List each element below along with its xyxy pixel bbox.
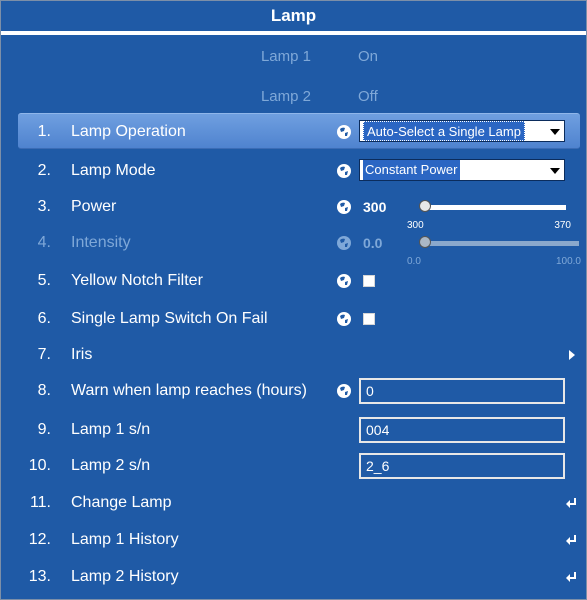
globe-icon (337, 236, 351, 250)
row-label: Power (71, 198, 117, 215)
globe-icon[interactable] (336, 124, 352, 140)
intensity-value: 0.0 (363, 235, 383, 251)
status-value: Off (358, 88, 378, 105)
lamp2-sn-input[interactable]: 2_6 (359, 453, 565, 479)
power-value: 300 (363, 199, 387, 215)
menu-row-lamp1-sn[interactable]: 9. Lamp 1 s/n 004 (1, 412, 586, 448)
row-label: Warn when lamp reaches (hours) (71, 382, 307, 399)
row-number: 6. (37, 310, 51, 327)
row-label: Lamp Operation (71, 123, 186, 140)
dropdown-value: Constant Power (363, 160, 460, 180)
row-label: Lamp Mode (71, 162, 156, 179)
status-label: Lamp 2 (260, 88, 311, 105)
slider-track[interactable] (423, 205, 566, 210)
row-number: 4. (37, 234, 51, 251)
row-label: Lamp 2 s/n (71, 457, 151, 474)
globe-icon[interactable] (336, 163, 352, 179)
row-number: 12. (28, 531, 51, 548)
row-label: Lamp 2 History (71, 568, 179, 585)
enter-icon[interactable] (565, 533, 579, 547)
lamp-menu-window: Lamp Lamp 1 On Lamp 2 Off 1. Lamp Operat… (0, 0, 587, 600)
slider-track (423, 241, 579, 246)
row-label: Yellow Notch Filter (71, 272, 203, 289)
chevron-down-icon[interactable] (547, 161, 563, 179)
status-label: Lamp 1 (260, 48, 311, 65)
row-label: Lamp 1 s/n (71, 421, 151, 438)
slider-knob (419, 236, 431, 248)
menu-row-yellow-notch-filter[interactable]: 5. Yellow Notch Filter (1, 263, 586, 299)
yellow-notch-checkbox[interactable] (363, 275, 375, 287)
row-number: 11. (29, 494, 51, 511)
row-number: 9. (37, 421, 51, 438)
menu-row-iris[interactable]: 7. Iris (1, 337, 586, 373)
title-divider (1, 31, 586, 35)
row-label: Intensity (71, 234, 131, 251)
menu-row-intensity: 4. Intensity 0.0 0.0 100.0 (1, 225, 586, 267)
row-number: 2. (37, 162, 51, 179)
menu-row-lamp-operation[interactable]: 1. Lamp Operation Auto-Select a Single L… (18, 113, 580, 149)
menu-row-lamp2-sn[interactable]: 10. Lamp 2 s/n 2_6 (1, 448, 586, 484)
row-number: 3. (37, 198, 51, 215)
menu-row-single-lamp-switch[interactable]: 6. Single Lamp Switch On Fail (1, 301, 586, 337)
warn-hours-input[interactable]: 0 (359, 378, 565, 404)
lamp1-sn-input[interactable]: 004 (359, 417, 565, 443)
row-number: 8. (37, 382, 51, 399)
menu-row-lamp-mode[interactable]: 2. Lamp Mode Constant Power (1, 153, 586, 189)
menu-row-lamp1-history[interactable]: 12. Lamp 1 History (1, 522, 586, 558)
row-number: 10. (28, 457, 51, 474)
row-number: 5. (37, 272, 51, 289)
intensity-slider: 0.0 100.0 (405, 236, 581, 267)
dropdown-value: Auto-Select a Single Lamp (363, 121, 525, 141)
lamp-operation-dropdown[interactable]: Auto-Select a Single Lamp (359, 120, 565, 142)
row-number: 13. (28, 568, 51, 585)
row-number: 7. (37, 346, 51, 363)
menu-row-warn-hours[interactable]: 8. Warn when lamp reaches (hours) 0 (1, 373, 586, 409)
single-lamp-switch-checkbox[interactable] (363, 313, 375, 325)
status-value: On (358, 48, 379, 65)
globe-icon[interactable] (336, 273, 352, 289)
globe-icon[interactable] (336, 383, 352, 399)
globe-icon[interactable] (336, 311, 352, 327)
row-label: Iris (71, 346, 93, 363)
menu-row-power[interactable]: 3. Power 300 300 370 (1, 189, 586, 231)
globe-icon[interactable] (336, 199, 352, 215)
status-lamp2: Lamp 2 Off (1, 83, 586, 111)
slider-knob[interactable] (419, 200, 431, 212)
row-label: Single Lamp Switch On Fail (71, 310, 268, 327)
row-label: Lamp 1 History (71, 531, 179, 548)
menu-title: Lamp (1, 1, 586, 31)
power-slider[interactable]: 300 370 (405, 200, 571, 231)
enter-icon[interactable] (565, 496, 579, 510)
status-lamp1: Lamp 1 On (1, 43, 586, 71)
row-number: 1. (37, 123, 51, 140)
lamp-mode-dropdown[interactable]: Constant Power (359, 159, 565, 181)
enter-icon[interactable] (565, 570, 579, 584)
menu-row-lamp2-history[interactable]: 13. Lamp 2 History (1, 559, 586, 595)
row-label: Change Lamp (71, 494, 172, 511)
arrow-right-icon[interactable] (569, 350, 575, 360)
menu-row-change-lamp[interactable]: 11. Change Lamp (1, 485, 586, 521)
chevron-down-icon[interactable] (547, 122, 563, 140)
